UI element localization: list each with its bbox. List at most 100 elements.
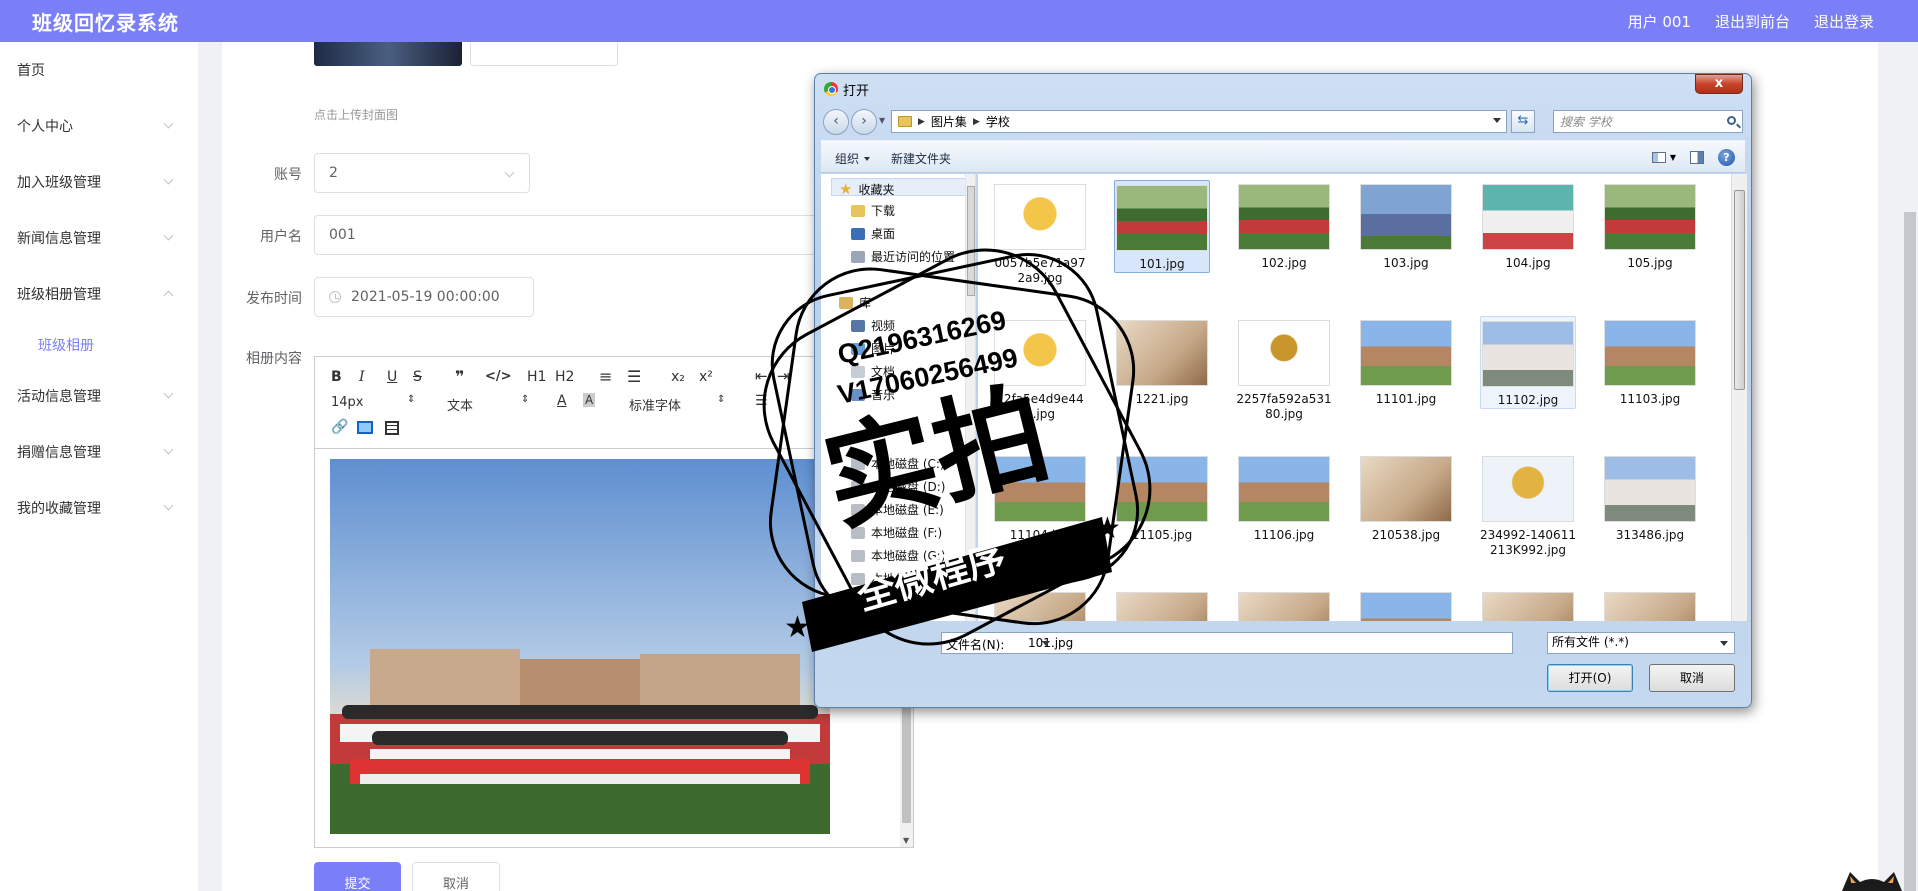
filename-input[interactable]: 文件名(N): 101.jpg [941, 632, 1513, 654]
tree-scrollbar[interactable] [965, 174, 975, 621]
file-item[interactable]: 234992-140611213K992.jpg [1480, 452, 1576, 558]
username-input[interactable]: 001 [314, 215, 814, 255]
account-select[interactable]: 2 [314, 153, 530, 193]
dropdown-arrow-icon[interactable] [1042, 641, 1050, 646]
new-folder-button[interactable]: 新建文件夹 [891, 150, 951, 167]
tree-item-recent[interactable]: 最近访问的位置 [851, 248, 955, 265]
strike-button[interactable]: S [413, 369, 422, 385]
history-dropdown-icon[interactable]: ▼ [879, 116, 885, 125]
breadcrumb-item[interactable]: 图片集 [931, 113, 967, 130]
tree-item-library[interactable]: 库 [839, 294, 871, 311]
background-color-icon[interactable]: A [583, 393, 596, 407]
back-arrow-icon[interactable]: ‹ [823, 109, 849, 135]
tree-item-video[interactable]: 视频 [851, 317, 895, 334]
font-family-select[interactable]: 标准字体 [629, 395, 681, 414]
sidebar-item-home[interactable]: 首页 [0, 42, 198, 98]
file-item[interactable]: 11106.jpg [1236, 452, 1332, 543]
file-item[interactable]: 11101.jpg [1358, 316, 1454, 407]
file-item[interactable] [1236, 588, 1332, 621]
sidebar-item-activity[interactable]: 活动信息管理 [0, 368, 198, 424]
dialog-close-button[interactable]: x [1695, 74, 1743, 94]
tree-item-music[interactable]: 音乐 [851, 386, 895, 403]
change-view-icon[interactable] [1651, 152, 1666, 163]
subscript-button[interactable]: x₂ [671, 369, 685, 385]
file-item[interactable] [1114, 588, 1210, 621]
address-bar[interactable]: ▶ 图片集 ▶ 学校 [891, 110, 1507, 133]
sidebar-item-class-album[interactable]: 班级相册 [0, 322, 198, 368]
file-item[interactable] [1480, 588, 1576, 621]
tree-item-pictures[interactable]: 图片 [851, 340, 895, 357]
tree-item-desktop[interactable]: 桌面 [851, 225, 895, 242]
sidebar-item-album-manage[interactable]: 班级相册管理 [0, 266, 198, 322]
file-item[interactable]: 11102.jpg [1480, 316, 1576, 409]
file-item[interactable]: 105.jpg [1602, 180, 1698, 271]
dropdown-arrow-icon[interactable]: ▼ [1670, 153, 1676, 162]
file-item[interactable]: 313486.jpg [1602, 452, 1698, 543]
scroll-down-icon[interactable]: ▼ [903, 836, 909, 845]
file-item[interactable]: 2257fa592a53180.jpg [1236, 316, 1332, 422]
quote-button[interactable]: ❞ [455, 367, 464, 386]
file-item[interactable]: 103.jpg [1358, 180, 1454, 271]
outdent-icon[interactable]: ⇤ [755, 367, 768, 385]
organize-menu[interactable]: 组织 [835, 150, 871, 167]
tree-item-drive-c[interactable]: 本地磁盘 (C:) [851, 455, 945, 472]
tree-item-drive-h[interactable]: 本地磁盘 (H:) [851, 570, 945, 587]
sidebar-item-personal-center[interactable]: 个人中心 [0, 98, 198, 154]
indent-icon[interactable]: ⇥ [777, 367, 790, 385]
text-style-select[interactable]: 文本 [447, 395, 473, 414]
preview-pane-icon[interactable] [1690, 151, 1704, 164]
page-scrollbar-thumb[interactable] [1904, 212, 1916, 891]
tree-scrollbar-thumb[interactable] [967, 186, 975, 296]
submit-button[interactable]: 提交 [314, 862, 401, 891]
dialog-open-button[interactable]: 打开(O) [1547, 664, 1633, 692]
sidebar-item-news[interactable]: 新闻信息管理 [0, 210, 198, 266]
dropdown-arrow-icon[interactable] [1493, 118, 1501, 123]
folder-search-input[interactable]: 搜索 学校 [1553, 110, 1743, 133]
tree-item-favorites[interactable]: ★ 收藏夹 [839, 180, 894, 198]
file-item[interactable] [992, 588, 1088, 621]
file-item[interactable]: 104.jpg [1480, 180, 1576, 271]
file-item[interactable] [1602, 588, 1698, 621]
file-grid-scrollbar-thumb[interactable] [1734, 190, 1745, 390]
refresh-icon[interactable]: ⇆ [1511, 110, 1535, 133]
tree-item-drive-e[interactable]: 本地磁盘 (E:) [851, 501, 944, 518]
code-block-button[interactable]: </> [485, 369, 512, 384]
superscript-button[interactable]: x² [699, 369, 713, 385]
file-item[interactable]: 101.jpg [1114, 180, 1210, 273]
video-icon[interactable] [385, 421, 399, 435]
file-grid-scrollbar[interactable] [1731, 174, 1747, 621]
sidebar-item-join-class[interactable]: 加入班级管理 [0, 154, 198, 210]
font-color-icon[interactable]: A [557, 393, 567, 409]
current-user-link[interactable]: 用户 001 [1628, 11, 1691, 32]
file-item[interactable]: 12fa5e4d9e44b.jpg [992, 316, 1088, 422]
font-size-select[interactable]: 14px [331, 395, 364, 410]
ordered-list-button[interactable]: ≡ [599, 367, 612, 386]
forward-arrow-icon[interactable]: › [851, 109, 877, 135]
file-item[interactable]: 210538.jpg [1358, 452, 1454, 543]
tree-item-documents[interactable]: 文档 [851, 363, 895, 380]
heading1-button[interactable]: H1 [527, 369, 546, 385]
file-item[interactable]: 11105.jpg [1114, 452, 1210, 543]
file-item[interactable]: 102.jpg [1236, 180, 1332, 271]
file-type-select[interactable]: 所有文件 (*.*) [1547, 632, 1735, 654]
link-icon[interactable]: 🔗 [331, 419, 348, 435]
file-item[interactable]: 11104.jpg [992, 452, 1088, 543]
exit-to-front-link[interactable]: 退出到前台 [1715, 11, 1790, 32]
bold-button[interactable]: B [331, 369, 342, 385]
page-scrollbar[interactable] [1878, 42, 1918, 891]
sidebar-item-favorites[interactable]: 我的收藏管理 [0, 480, 198, 536]
logout-link[interactable]: 退出登录 [1814, 11, 1874, 32]
cancel-button[interactable]: 取消 [412, 862, 500, 891]
file-item[interactable]: 1221.jpg [1114, 316, 1210, 407]
sidebar-item-donation[interactable]: 捐赠信息管理 [0, 424, 198, 480]
file-item[interactable]: 0057b5e71a972a9.jpg [992, 180, 1088, 286]
publish-time-picker[interactable]: 2021-05-19 00:00:00 [314, 277, 534, 317]
underline-button[interactable]: U [387, 369, 397, 385]
cover-image-thumbnail[interactable] [314, 42, 462, 66]
heading2-button[interactable]: H2 [555, 369, 574, 385]
tree-item-drive-d[interactable]: 本地磁盘 (D:) [851, 478, 945, 495]
cover-input[interactable] [470, 42, 618, 66]
tree-item-drive-f[interactable]: 本地磁盘 (F:) [851, 524, 942, 541]
bullet-list-button[interactable]: ☰ [627, 367, 641, 386]
tree-item-downloads[interactable]: 下载 [851, 202, 895, 219]
